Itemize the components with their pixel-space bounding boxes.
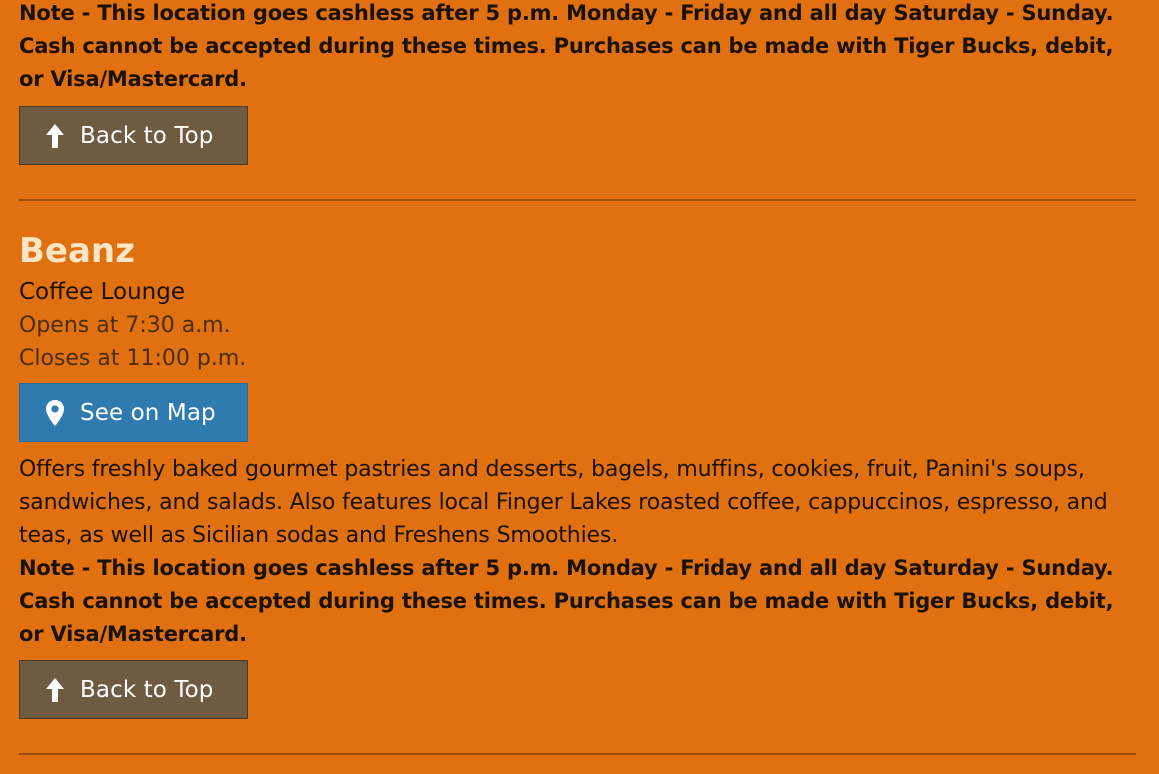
see-on-map-button[interactable]: See on Map [19,383,248,442]
back-to-top-label: Back to Top [80,122,214,149]
map-pin-icon [42,398,68,428]
cashless-note: Note - This location goes cashless after… [19,1,1114,91]
location-description: Offers freshly baked gourmet pastries an… [19,457,1108,548]
arrow-up-icon [42,675,68,705]
closing-time: Closes at 11:00 p.m. [19,346,247,371]
section-divider [19,753,1136,755]
back-to-top-button[interactable]: Back to Top [19,106,248,165]
arrow-up-icon [42,121,68,151]
section-divider [19,199,1136,201]
back-to-top-button[interactable]: Back to Top [19,660,248,719]
location-type: Coffee Lounge [19,279,185,305]
opening-time: Opens at 7:30 a.m. [19,313,231,338]
cashless-note: Note - This location goes cashless after… [19,556,1114,646]
see-on-map-label: See on Map [80,399,216,426]
back-to-top-label: Back to Top [80,676,214,703]
location-title: Beanz [19,231,135,271]
